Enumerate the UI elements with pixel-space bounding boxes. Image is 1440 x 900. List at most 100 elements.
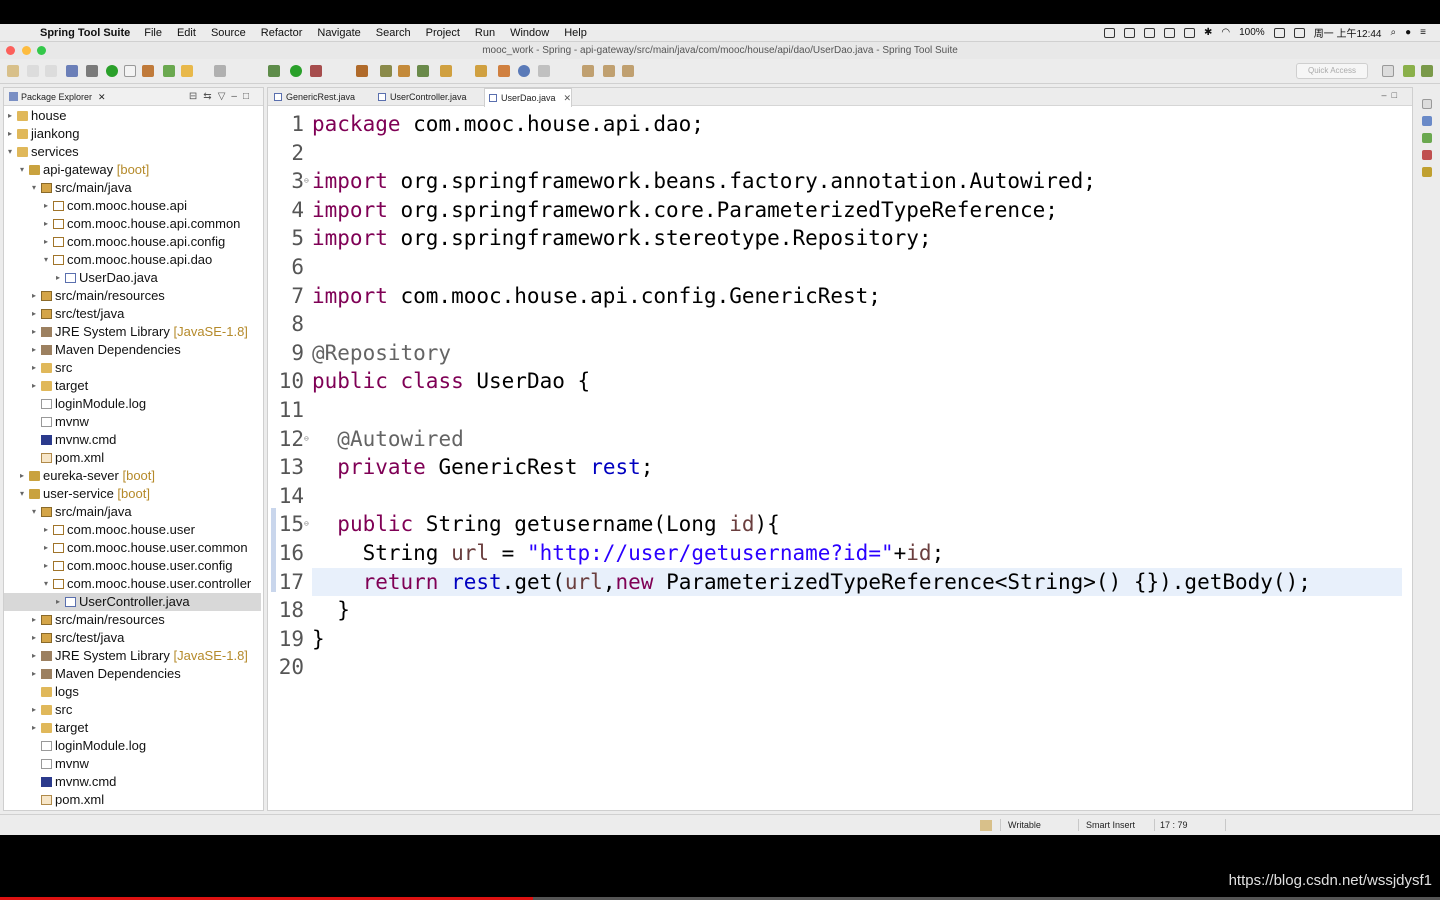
menu-app-name[interactable]: Spring Tool Suite [40,27,130,39]
maximize-icon[interactable]: □ [243,91,255,102]
forward-icon[interactable] [622,65,634,77]
menu-file[interactable]: File [144,27,162,39]
tree-item[interactable]: ▸ com.mooc.house.user [4,521,261,539]
menu-navigate[interactable]: Navigate [317,27,360,39]
menu-window[interactable]: Window [510,27,549,39]
tree-item[interactable]: ▸ com.mooc.house.api.config [4,233,261,251]
expand-toggle-icon[interactable]: ▸ [32,665,40,683]
expand-toggle-icon[interactable]: ▸ [32,701,40,719]
new-icon[interactable] [7,65,19,77]
code-line[interactable]: 12 ⊖ @Autowired [268,425,1408,453]
battery-icon[interactable] [1273,27,1285,38]
tree-item[interactable]: ▸ UserController.java [4,593,261,611]
tree-item[interactable]: ▸ src [4,701,261,719]
problems-icon[interactable] [1422,150,1432,160]
new-package-icon[interactable] [398,65,410,77]
annotation-icon[interactable] [538,65,550,77]
tree-item[interactable]: ▸ src [4,359,261,377]
tree-item[interactable]: ▾ user-service [boot] [4,485,261,503]
code-line[interactable]: 20 [268,653,1408,681]
expand-toggle-icon[interactable]: ▸ [44,233,52,251]
tree-item[interactable]: mvnw.cmd [4,773,261,791]
tree-item[interactable]: ▸ UserDao.java [4,269,261,287]
run-icon[interactable] [290,65,302,77]
notification-center-icon[interactable]: ≡ [1420,27,1426,38]
tree-item[interactable]: ▾ com.mooc.house.user.controller [4,575,261,593]
code-line[interactable]: 19} [268,625,1408,653]
code-line[interactable]: 4 import org.springframework.core.Paramet… [268,196,1408,224]
expand-toggle-icon[interactable]: ▸ [56,269,64,287]
external-tools-icon[interactable] [310,65,322,77]
globe-icon[interactable] [518,65,530,77]
tree-item[interactable]: ▾ api-gateway [boot] [4,161,261,179]
minimize-window-button[interactable] [22,46,31,55]
expand-toggle-icon[interactable]: ▾ [20,161,28,179]
open-perspective-icon[interactable] [1382,65,1394,77]
tree-item[interactable]: ▸ Maven Dependencies [4,665,261,683]
expand-toggle-icon[interactable]: ▸ [44,557,52,575]
expand-toggle-icon[interactable]: ▾ [44,251,52,269]
code-line[interactable]: 8 [268,310,1408,338]
tree-item[interactable]: loginModule.log [4,737,261,755]
expand-toggle-icon[interactable]: ▾ [32,503,40,521]
restore-icon[interactable] [1422,99,1432,109]
tasks-icon[interactable] [1422,133,1432,143]
search-icon[interactable] [475,65,487,77]
menu-search[interactable]: Search [376,27,411,39]
code-line[interactable]: 18 } [268,596,1408,624]
menu-help[interactable]: Help [564,27,587,39]
tab-genericrest[interactable]: GenericRest.java [270,88,370,106]
expand-toggle-icon[interactable]: ▸ [44,197,52,215]
tree-item[interactable]: ▸ JRE System Library [JavaSE-1.8] [4,647,261,665]
expand-toggle-icon[interactable]: ▸ [32,377,40,395]
menu-project[interactable]: Project [426,27,460,39]
tree-item[interactable]: ▸ com.mooc.house.api [4,197,261,215]
tab-userdao[interactable]: UserDao.java ✕ [484,88,572,107]
tree-item[interactable]: ▸ eureka-sever [boot] [4,467,261,485]
spring-icon[interactable] [142,65,154,77]
minimize-icon[interactable]: – [231,91,243,102]
menu-run[interactable]: Run [475,27,495,39]
code-line[interactable]: 17 return rest.get(url,new Parameterized… [268,568,1408,596]
code-line[interactable]: 14 [268,482,1408,510]
tree-item[interactable]: ▸ src/test/java [4,629,261,647]
quick-access-input[interactable]: Quick Access [1296,63,1368,79]
expand-toggle-icon[interactable]: ▸ [8,107,16,125]
code-line[interactable]: 13 private GenericRest rest; [268,453,1408,481]
save-all-icon[interactable] [45,65,57,77]
expand-toggle-icon[interactable]: ▸ [32,611,40,629]
code-line[interactable]: 9 @Repository [268,339,1408,367]
debug-perspective-icon[interactable] [1421,65,1433,77]
menu-refactor[interactable]: Refactor [261,27,303,39]
tab-usercontroller[interactable]: UserController.java [374,88,484,106]
tree-item[interactable]: ▸ jiankong [4,125,261,143]
wifi-icon[interactable]: ◠ [1221,27,1230,38]
task-icon[interactable] [181,65,193,77]
input-method-icon[interactable] [1293,27,1305,38]
menu-source[interactable]: Source [211,27,246,39]
code-line[interactable]: 16 String url = "http://user/getusername… [268,539,1408,567]
expand-toggle-icon[interactable]: ▸ [56,593,64,611]
display-icon[interactable] [1123,27,1135,38]
tree-item[interactable]: ▾ com.mooc.house.api.dao [4,251,261,269]
pen-icon[interactable] [498,65,510,77]
expand-toggle-icon[interactable]: ▸ [32,341,40,359]
siri-icon[interactable]: ● [1405,27,1411,38]
code-line[interactable]: 5 import org.springframework.stereotype.R… [268,224,1408,252]
expand-toggle-icon[interactable]: ▾ [32,179,40,197]
expand-toggle-icon[interactable]: ▸ [44,539,52,557]
tree-item[interactable]: mvnw.cmd [4,431,261,449]
expand-toggle-icon[interactable]: ▸ [32,629,40,647]
boot-dashboard-icon[interactable] [106,65,118,77]
zoom-window-button[interactable] [37,46,46,55]
new-interface-icon[interactable] [417,65,429,77]
open-folder-icon[interactable] [440,65,452,77]
save-icon[interactable] [27,65,39,77]
close-tab-icon[interactable]: ✕ [564,93,572,103]
expand-toggle-icon[interactable]: ▸ [20,467,28,485]
java-perspective-icon[interactable] [1403,65,1415,77]
collapse-all-icon[interactable]: ⊟ [189,91,203,102]
tree-item[interactable]: ▸ com.mooc.house.user.config [4,557,261,575]
tree-item[interactable]: mvnw [4,413,261,431]
expand-toggle-icon[interactable]: ▸ [32,287,40,305]
